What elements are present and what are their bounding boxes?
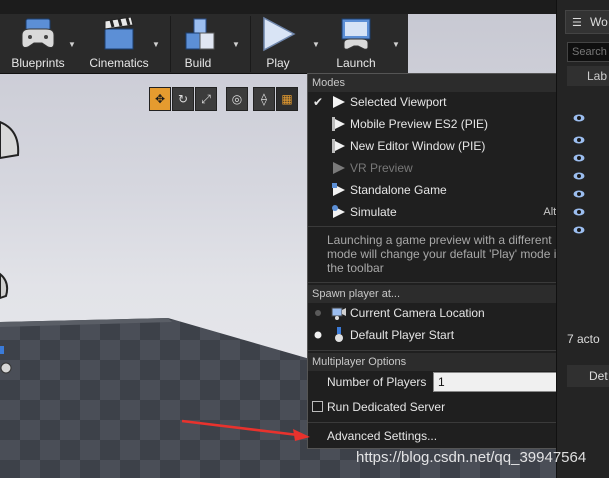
number-of-players-value: 1 — [438, 375, 445, 389]
grid-snap-icon[interactable]: ▦ — [276, 87, 298, 111]
multiplayer-section-header: Multiplayer Options — [308, 353, 575, 371]
build-button[interactable]: Build — [176, 14, 220, 74]
mode-label: Simulate — [350, 205, 397, 219]
visibility-eye-icon[interactable] — [573, 208, 585, 216]
actor-count: 7 acto — [567, 332, 600, 346]
rotate-tool-icon[interactable]: ↻ — [172, 87, 194, 111]
toolbar-divider — [250, 16, 251, 72]
launch-label: Launch — [336, 56, 376, 70]
advanced-settings-item[interactable]: Advanced Settings... — [308, 425, 575, 447]
world-outliner-panel: ☰ Wo Search Lab 7 acto Det — [556, 0, 609, 478]
gamepad-icon — [16, 14, 60, 54]
visibility-eye-icon[interactable] — [573, 114, 585, 122]
spawn-default-player-start[interactable]: Default Player Start — [308, 324, 575, 346]
standalone-game-icon — [328, 181, 350, 199]
outliner-list-icon: ☰ — [572, 17, 582, 29]
vr-preview-icon — [328, 159, 350, 177]
outliner-search-input[interactable]: Search — [567, 42, 609, 62]
run-dedicated-server-row[interactable]: Run Dedicated Server — [308, 396, 575, 418]
annotation-arrow-icon — [181, 419, 310, 441]
mode-selected-viewport[interactable]: ✔ Selected Viewport — [308, 91, 575, 113]
visibility-eye-icon[interactable] — [573, 226, 585, 234]
details-tab[interactable]: Det — [567, 365, 609, 387]
coordinate-space-tools: ◎ — [226, 87, 248, 111]
number-of-players-field[interactable]: 1 — [433, 372, 570, 392]
play-button[interactable]: Play — [254, 14, 302, 74]
run-dedicated-server-label: Run Dedicated Server — [327, 400, 446, 414]
mode-label: Mobile Preview ES2 (PIE) — [350, 117, 489, 131]
play-options-chevron-down-icon[interactable]: ▼ — [312, 40, 322, 49]
blueprints-label: Blueprints — [11, 56, 65, 70]
snap-tools: ⟠ ▦ — [253, 87, 298, 111]
play-options-menu: Modes ✔ Selected Viewport Mobile Preview… — [307, 73, 576, 449]
menu-divider — [308, 350, 575, 351]
build-chevron-down-icon[interactable]: ▼ — [232, 40, 242, 49]
spawn-current-camera-location[interactable]: Current Camera Location — [308, 302, 575, 324]
watermark-text: https://blog.csdn.net/qq_39947564 — [356, 449, 587, 466]
menu-divider — [308, 422, 575, 423]
translate-tool-icon[interactable]: ✥ — [149, 87, 171, 111]
modes-section-header: Modes — [308, 74, 575, 92]
visibility-eye-icon[interactable] — [573, 136, 585, 144]
player-start-object[interactable] — [0, 346, 16, 376]
launch-button[interactable]: Launch — [330, 14, 382, 74]
visibility-eye-icon[interactable] — [573, 154, 585, 162]
blueprints-chevron-down-icon[interactable]: ▼ — [68, 40, 78, 49]
spawn-section-header: Spawn player at... — [308, 285, 575, 303]
scene-light-object[interactable] — [0, 272, 12, 300]
menu-divider — [308, 226, 575, 227]
viewport-play-icon — [328, 93, 350, 111]
spawn-label: Default Player Start — [350, 328, 455, 342]
launch-chevron-down-icon[interactable]: ▼ — [392, 40, 402, 49]
new-window-play-icon — [328, 137, 350, 155]
radio-selected-icon — [308, 328, 328, 342]
play-label: Play — [266, 56, 290, 70]
build-blocks-icon — [176, 14, 220, 54]
main-toolbar: Blueprints ▼ Cinematics ▼ Build ▼ Play ▼… — [0, 14, 408, 74]
toolbar-divider — [170, 16, 171, 72]
world-space-icon[interactable]: ◎ — [226, 87, 248, 111]
mode-vr-preview: VR Preview — [308, 157, 575, 179]
mode-simulate[interactable]: Simulate Alt+S — [308, 201, 575, 223]
checkmark-icon: ✔ — [312, 95, 324, 109]
advanced-settings-label: Advanced Settings... — [327, 429, 438, 443]
scene-sphere-object[interactable] — [0, 120, 20, 160]
visibility-eye-icon[interactable] — [573, 190, 585, 198]
mobile-preview-icon — [328, 115, 350, 133]
launch-monitor-icon — [334, 14, 378, 54]
player-start-icon — [328, 326, 350, 344]
editor-tab-strip — [0, 0, 556, 14]
play-mode-description: Launching a game preview with a differen… — [327, 233, 564, 275]
mode-label: Selected Viewport — [350, 95, 447, 109]
mode-mobile-preview[interactable]: Mobile Preview ES2 (PIE) — [308, 113, 575, 135]
cinematics-chevron-down-icon[interactable]: ▼ — [152, 40, 162, 49]
world-outliner-tab[interactable]: ☰ Wo — [565, 10, 609, 34]
mode-standalone-game[interactable]: Standalone Game — [308, 179, 575, 201]
scale-tool-icon[interactable]: ⤢ — [195, 87, 217, 111]
transform-tools: ✥ ↻ ⤢ — [149, 87, 217, 111]
play-icon — [256, 14, 300, 54]
radio-unselected-icon — [308, 306, 328, 320]
mode-new-editor-window[interactable]: New Editor Window (PIE) — [308, 135, 575, 157]
mode-label: VR Preview — [350, 161, 413, 175]
simulate-icon — [328, 203, 350, 221]
clapperboard-icon — [97, 14, 141, 54]
mode-label: New Editor Window (PIE) — [350, 139, 486, 153]
spawn-label: Current Camera Location — [350, 306, 485, 320]
outliner-label-column[interactable]: Lab — [567, 66, 609, 86]
menu-divider — [308, 282, 575, 283]
outliner-tab-label: Wo — [590, 15, 608, 29]
details-tab-label: Det — [589, 369, 608, 383]
build-label: Build — [184, 56, 212, 70]
visibility-eye-icon[interactable] — [573, 172, 585, 180]
number-of-players-label: Number of Players — [327, 375, 427, 389]
mode-label: Standalone Game — [350, 183, 447, 197]
cinematics-button[interactable]: Cinematics — [86, 14, 152, 74]
surface-snap-icon[interactable]: ⟠ — [253, 87, 275, 111]
run-dedicated-server-checkbox[interactable] — [312, 401, 323, 412]
camera-location-icon — [328, 304, 350, 322]
cinematics-label: Cinematics — [89, 56, 149, 70]
blueprints-button[interactable]: Blueprints — [8, 14, 68, 74]
